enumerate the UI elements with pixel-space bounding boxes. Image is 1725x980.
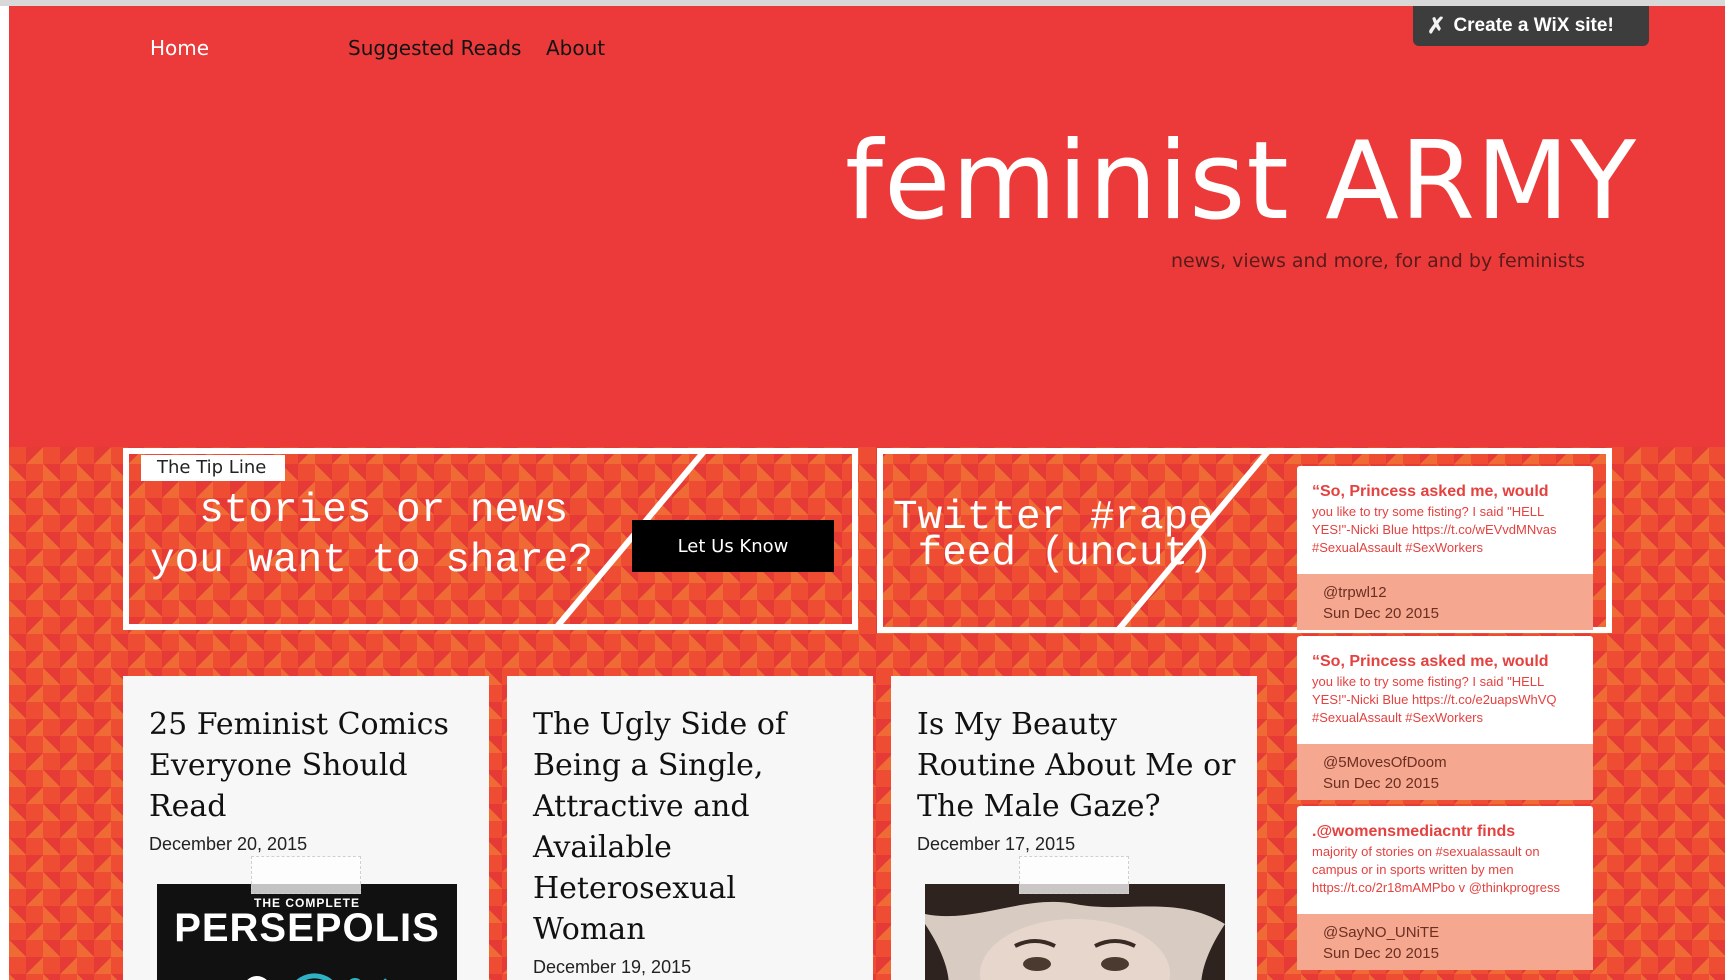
tweet-handle[interactable]: @trpwl12 bbox=[1323, 582, 1567, 603]
tweet-headline: .@womensmediacntr finds bbox=[1312, 823, 1516, 840]
let-us-know-button[interactable]: Let Us Know bbox=[632, 520, 834, 572]
tweet-date: Sun Dec 20 2015 bbox=[1323, 945, 1439, 962]
tweet-headline: “So, Princess asked me, would bbox=[1312, 653, 1549, 670]
post-image[interactable] bbox=[925, 884, 1225, 980]
site-title: feminist ARMY bbox=[845, 119, 1638, 244]
post-title[interactable]: 25 Feminist Comics Everyone Should Read bbox=[149, 704, 469, 827]
create-wix-site-button[interactable]: ✗ Create a WiX site! bbox=[1413, 6, 1649, 46]
left-page-edge bbox=[0, 6, 9, 980]
wix-x-icon: ✗ bbox=[1427, 13, 1446, 38]
tip-line-label: The Tip Line bbox=[141, 455, 285, 481]
image-tape bbox=[251, 856, 361, 894]
tweet-handle[interactable]: @5MovesOfDoom bbox=[1323, 752, 1567, 773]
tweet-meta: @trpwl12 Sun Dec 20 2015 bbox=[1297, 574, 1593, 630]
post-date: December 19, 2015 bbox=[533, 957, 692, 977]
tip-line-text: stories or news you want to share? bbox=[150, 488, 593, 584]
post-card[interactable]: The Ugly Side of Being a Single, Attract… bbox=[507, 676, 873, 980]
tweet-headline: “So, Princess asked me, would bbox=[1312, 483, 1549, 500]
tweet-item[interactable]: “So, Princess asked me, would you like t… bbox=[1297, 466, 1593, 630]
post-card[interactable]: 25 Feminist Comics Everyone Should Read … bbox=[123, 676, 489, 980]
tweet-item[interactable]: .@womensmediacntr finds majority of stor… bbox=[1297, 806, 1593, 970]
tweet-meta: @5MovesOfDoom Sun Dec 20 2015 bbox=[1297, 744, 1593, 800]
wix-banner-label: Create a WiX site! bbox=[1453, 15, 1614, 36]
tweet-text: majority of stories on #sexualassault on… bbox=[1312, 844, 1561, 895]
post-title[interactable]: Is My Beauty Routine About Me or The Mal… bbox=[917, 704, 1237, 827]
tweet-list[interactable]: “So, Princess asked me, would you like t… bbox=[1297, 466, 1593, 980]
nav-home-link[interactable]: Home bbox=[150, 36, 209, 60]
nav-suggested-reads-link[interactable]: Suggested Reads bbox=[348, 36, 521, 60]
post-title[interactable]: The Ugly Side of Being a Single, Attract… bbox=[533, 704, 853, 950]
image-tape bbox=[1019, 856, 1129, 894]
tweet-text: you like to try some fisting? I said "HE… bbox=[1312, 674, 1557, 725]
tweet-date: Sun Dec 20 2015 bbox=[1323, 775, 1439, 792]
tweet-text: you like to try some fisting? I said "HE… bbox=[1312, 504, 1557, 555]
nav-about-link[interactable]: About bbox=[546, 36, 605, 60]
image-caption-big: PERSEPOLIS bbox=[174, 906, 440, 950]
site-subtitle: news, views and more, for and by feminis… bbox=[1170, 250, 1585, 272]
tweet-date: Sun Dec 20 2015 bbox=[1323, 605, 1439, 622]
tweet-item[interactable]: “So, Princess asked me, would you like t… bbox=[1297, 636, 1593, 800]
tweet-handle[interactable]: @SayNO_UNiTE bbox=[1323, 922, 1567, 943]
tweet-meta: @SayNO_UNiTE Sun Dec 20 2015 bbox=[1297, 914, 1593, 970]
tweet-body: “So, Princess asked me, would you like t… bbox=[1297, 466, 1593, 574]
portrait-illustration bbox=[925, 884, 1225, 980]
post-date: December 20, 2015 bbox=[149, 834, 308, 854]
tweet-body: .@womensmediacntr finds majority of stor… bbox=[1297, 806, 1593, 914]
persepolis-decoration bbox=[247, 973, 387, 980]
post-image[interactable]: THE COMPLETE PERSEPOLIS bbox=[157, 884, 457, 980]
post-card[interactable]: Is My Beauty Routine About Me or The Mal… bbox=[891, 676, 1257, 980]
post-date: December 17, 2015 bbox=[917, 834, 1076, 854]
twitter-feed-heading: Twitter #rape feed (uncut) bbox=[893, 495, 1213, 577]
tweet-body: “So, Princess asked me, would you like t… bbox=[1297, 636, 1593, 744]
